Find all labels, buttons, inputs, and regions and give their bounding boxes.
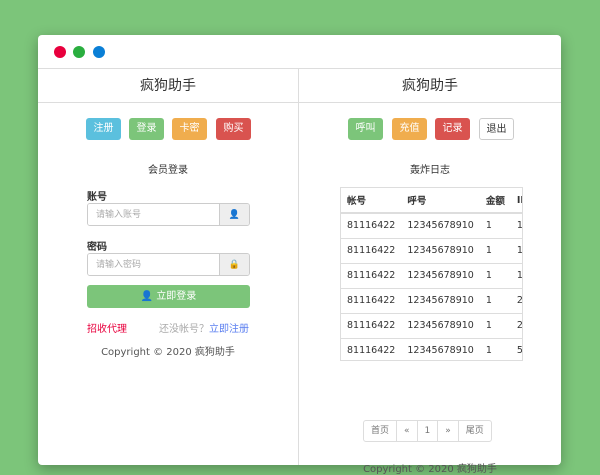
user-icon: 👤	[140, 291, 154, 302]
password-input[interactable]	[88, 254, 219, 275]
account-field[interactable]: 👤	[87, 203, 250, 226]
table-cell: 81116422	[341, 312, 402, 338]
table-cell: 12345678910	[401, 262, 480, 288]
table-cell: 1	[479, 312, 511, 338]
agent-link[interactable]: 招收代理	[87, 320, 127, 335]
table-cell: 123.5	[510, 262, 522, 288]
buy-button[interactable]: 购买	[216, 118, 251, 140]
table-row: 81116422123456789101123.5	[341, 237, 522, 263]
close-dot[interactable]	[54, 46, 66, 58]
table-cell: 81116422	[341, 262, 402, 288]
app-window: 疯狗助手 注册 登录 卡密 购买 会员登录 账号 👤 密码 🔒 👤 立即登录 招…	[38, 35, 561, 475]
pagination: 首页 « 1 » 尾页	[363, 420, 492, 442]
maximize-dot[interactable]	[93, 46, 105, 58]
logout-button[interactable]: 退出	[479, 118, 514, 140]
copyright: Copyright © 2020 疯狗助手	[363, 464, 497, 475]
table-cell: 12345678910	[401, 287, 480, 313]
register-link[interactable]: 立即注册	[209, 324, 249, 335]
login-pane: 疯狗助手 注册 登录 卡密 购买 会员登录 账号 👤 密码 🔒 👤 立即登录 招…	[38, 68, 299, 465]
login-button-label: 立即登录	[156, 291, 197, 302]
table-cell: 12345678910	[401, 212, 480, 238]
lock-icon: 🔒	[219, 254, 249, 275]
table-cell: 81116422	[341, 337, 402, 360]
table-cell: 1	[479, 262, 511, 288]
section-title: 轰炸日志	[410, 165, 450, 176]
table-row: 81116422123456789101222.1	[341, 287, 522, 313]
first-page[interactable]: 首页	[364, 421, 396, 441]
password-label: 密码	[87, 242, 107, 253]
table-cell: 58.24	[510, 337, 522, 360]
minimize-dot[interactable]	[73, 46, 85, 58]
table-cell: 123.5	[510, 237, 522, 263]
pane-title: 疯狗助手	[299, 69, 561, 103]
account-input[interactable]	[88, 204, 219, 225]
page-1[interactable]: 1	[416, 421, 438, 441]
copyright: Copyright © 2020 疯狗助手	[101, 347, 235, 358]
recharge-button[interactable]: 充值	[392, 118, 427, 140]
call-button[interactable]: 呼叫	[348, 118, 383, 140]
header-number: 呼号	[401, 188, 480, 214]
header-amount: 金额	[479, 188, 511, 214]
login-tab-button[interactable]: 登录	[129, 118, 164, 140]
header-ip: IP	[510, 188, 522, 214]
login-button[interactable]: 👤 立即登录	[87, 285, 250, 308]
table-cell: 123.5	[510, 212, 522, 238]
table-row: 81116422123456789101123.5	[341, 212, 522, 238]
table-cell: 12345678910	[401, 312, 480, 338]
card-key-button[interactable]: 卡密	[172, 118, 207, 140]
table-cell: 1	[479, 337, 511, 360]
table-cell: 1	[479, 212, 511, 238]
table-cell: 12345678910	[401, 237, 480, 263]
section-title: 会员登录	[148, 165, 188, 176]
table-row: 81116422123456789101123.5	[341, 262, 522, 288]
table-cell: 222.1	[510, 312, 522, 338]
log-table: 帐号 呼号 金额 IP 81116422123456789101123.5811…	[341, 188, 522, 360]
prev-page[interactable]: «	[396, 421, 417, 441]
user-icon: 👤	[219, 204, 249, 225]
no-account-text: 还没帐号？	[159, 324, 209, 335]
table-cell: 1	[479, 237, 511, 263]
table-cell: 81116422	[341, 237, 402, 263]
account-label: 账号	[87, 192, 107, 203]
log-table-container[interactable]: 帐号 呼号 金额 IP 81116422123456789101123.5811…	[340, 187, 523, 361]
pane-title: 疯狗助手	[38, 69, 298, 103]
register-tab-button[interactable]: 注册	[86, 118, 121, 140]
last-page[interactable]: 尾页	[457, 421, 491, 441]
password-field[interactable]: 🔒	[87, 253, 250, 276]
log-pane: 疯狗助手 呼叫 充值 记录 退出 轰炸日志 帐号 呼号 金额 IP 811164…	[299, 68, 561, 475]
table-cell: 81116422	[341, 212, 402, 238]
table-cell: 12345678910	[401, 337, 480, 360]
table-cell: 222.1	[510, 287, 522, 313]
table-row: 8111642212345678910158.24	[341, 337, 522, 360]
table-cell: 81116422	[341, 287, 402, 313]
records-button[interactable]: 记录	[435, 118, 470, 140]
table-cell: 1	[479, 287, 511, 313]
table-row: 81116422123456789101222.1	[341, 312, 522, 338]
header-account: 帐号	[341, 188, 402, 214]
next-page[interactable]: »	[437, 421, 458, 441]
